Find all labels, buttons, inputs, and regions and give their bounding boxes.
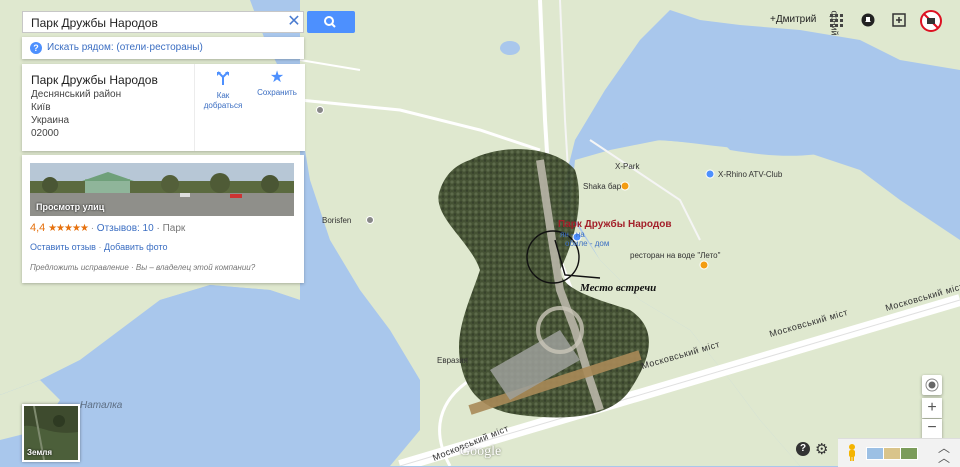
category-text: · Парк (156, 223, 186, 234)
zoom-out-button[interactable]: − (922, 419, 942, 439)
expand-icon[interactable]: ︿ ︿ (938, 442, 950, 464)
imagery-thumb-1[interactable] (866, 447, 884, 460)
map-label-place[interactable]: Парк Дружбы Народов (558, 219, 671, 230)
apps-grid-icon[interactable] (828, 12, 844, 28)
gear-icon[interactable]: ⚙ (815, 440, 828, 458)
pegman-icon[interactable] (846, 443, 858, 461)
my-location-button[interactable] (922, 375, 942, 395)
directions-button[interactable]: Как добраться (197, 70, 249, 111)
card-links: Оставить отзыв · Добавить фото (30, 242, 167, 252)
google-logo: Google (460, 444, 502, 459)
search-icon (324, 16, 336, 28)
map-label-partial-1: ян - на (560, 230, 585, 239)
place-info-card: Парк Дружбы Народов Деснянський район Ки… (22, 64, 305, 151)
map-label-meeting: Место встречи (580, 282, 657, 294)
directions-icon (217, 71, 229, 85)
help-icon[interactable]: ? (796, 442, 810, 456)
suggest-edit-link[interactable]: Предложить исправление · Вы – владелец э… (30, 263, 255, 272)
imagery-strip: ︿ ︿ (838, 438, 960, 467)
close-icon[interactable]: ✕ (285, 12, 303, 32)
street-view-label: Просмотр улиц (36, 202, 105, 212)
map-label-shaka[interactable]: Shaka бар (583, 182, 621, 191)
nearby-search-link[interactable]: Искать рядом: (отели·рестораны) (47, 42, 203, 53)
plus-icon: + (927, 399, 937, 416)
share-plus-icon[interactable] (891, 12, 907, 28)
reviews-link[interactable]: Отзывов: 10 (97, 223, 154, 234)
earth-label: Земля (27, 448, 53, 457)
zoom-in-button[interactable]: + (922, 398, 942, 418)
star-rating-icon: ★★★★★ (48, 223, 89, 234)
map-label-borisfen[interactable]: Borisfen (322, 216, 351, 225)
address-line: Київ (31, 102, 51, 113)
help-icon: ? (30, 42, 42, 54)
card-actions: Как добраться ★ Сохранить (194, 64, 305, 151)
directions-label: Как добраться (203, 91, 243, 110)
address-line: Украина (31, 115, 70, 126)
notifications-icon[interactable] (860, 12, 876, 28)
nearby-search[interactable]: ? Искать рядом: (отели·рестораны) (22, 37, 304, 59)
map-label-x-park[interactable]: X-Park (615, 162, 639, 171)
search-box: ✕ (22, 11, 304, 33)
save-label: Сохранить (257, 88, 297, 97)
star-icon: ★ (269, 69, 285, 86)
search-button[interactable] (307, 11, 355, 33)
street-view-photo[interactable]: Просмотр улиц (30, 163, 294, 216)
map-label-partial-2: обиле - дом (565, 239, 610, 248)
place-details-card: Просмотр улиц 4,4 ★★★★★ · Отзывов: 10 · … (22, 155, 304, 283)
save-button[interactable]: ★ Сохранить (251, 70, 303, 98)
earth-view-toggle[interactable]: Земля (22, 404, 80, 462)
user-name-link[interactable]: +Дмитрий (770, 14, 816, 25)
imagery-thumb-2[interactable] (883, 447, 901, 460)
map-label-x-rhino[interactable]: X-Rhino ATV-Club (718, 170, 782, 179)
address-line: Деснянський район (31, 89, 122, 100)
search-input[interactable] (31, 15, 276, 30)
rating-line: 4,4 ★★★★★ · Отзывов: 10 · Парк (30, 222, 185, 234)
imagery-thumb-3[interactable] (900, 447, 918, 460)
minus-icon: − (927, 419, 937, 436)
place-title: Парк Дружбы Народов (31, 73, 158, 87)
write-review-link[interactable]: Оставить отзыв (30, 242, 96, 252)
map-label-restaurant[interactable]: ресторан на воде "Лето" (630, 251, 720, 260)
avatar[interactable] (920, 10, 942, 32)
map-label-natalka: Наталка (80, 400, 123, 411)
rating-value: 4,4 (30, 222, 46, 234)
location-icon (925, 378, 939, 392)
add-photo-link[interactable]: Добавить фото (104, 242, 168, 252)
address-line: 02000 (31, 128, 59, 139)
map-label-evrazia[interactable]: Евразия (437, 356, 468, 365)
